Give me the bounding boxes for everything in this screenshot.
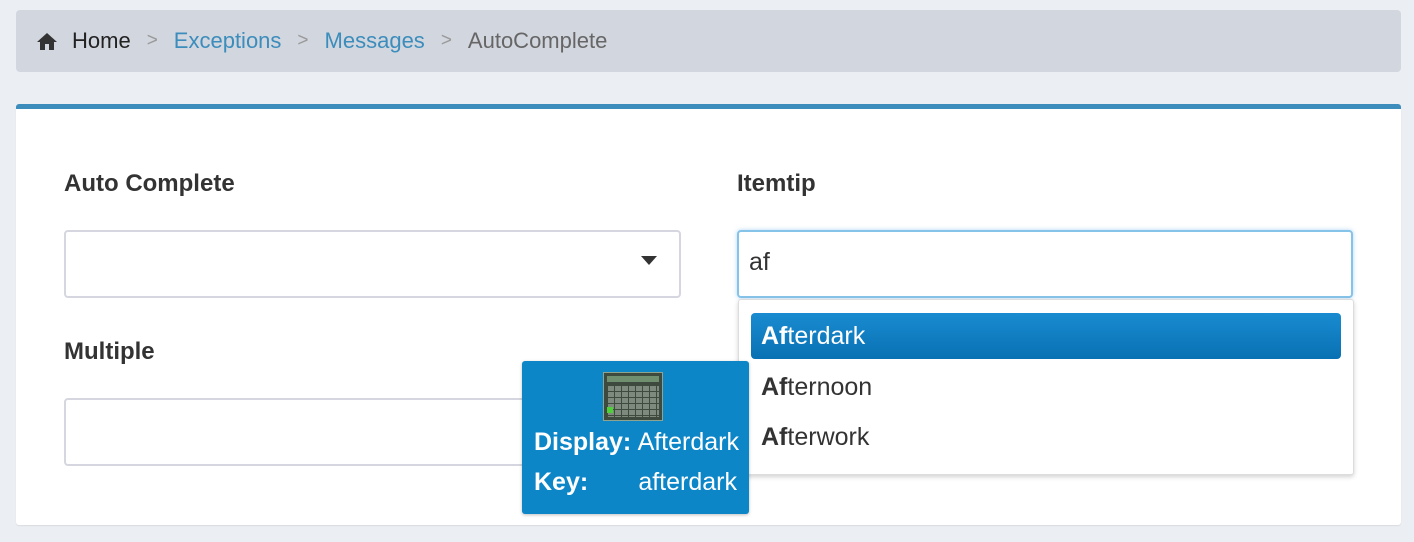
- tooltip-display-value: Afterdark: [637, 428, 739, 456]
- suggestion-match: Af: [761, 422, 788, 451]
- suggestion-rest: ternoon: [787, 372, 873, 401]
- breadcrumb-messages[interactable]: Messages: [325, 28, 425, 54]
- suggestion-rest: terdark: [787, 321, 866, 350]
- tooltip-key-value: afterdark: [638, 468, 737, 496]
- tooltip-display-key: Display:: [534, 428, 632, 456]
- breadcrumb-separator: >: [440, 30, 452, 51]
- suggestion-rest: terwork: [787, 422, 870, 451]
- tooltip-display-row: Display: Afterdark: [534, 428, 739, 458]
- suggestion-item[interactable]: Af ternoon: [751, 364, 1341, 410]
- tooltip-key-key: Key:: [534, 468, 589, 496]
- itemtip-value: af: [749, 248, 770, 276]
- suggestion-item[interactable]: Af terwork: [751, 414, 1341, 460]
- autocomplete-input[interactable]: [64, 230, 681, 298]
- multiple-label: Multiple: [64, 338, 155, 365]
- breadcrumb: Home > Exceptions > Messages > AutoCompl…: [16, 10, 1401, 72]
- breadcrumb-separator: >: [297, 30, 309, 51]
- tooltip-key-row: Key: afterdark: [534, 468, 737, 498]
- autocomplete-label: Auto Complete: [64, 170, 235, 197]
- breadcrumb-exceptions[interactable]: Exceptions: [174, 28, 282, 54]
- chevron-down-icon[interactable]: [641, 256, 657, 265]
- breadcrumb-home[interactable]: Home: [72, 28, 131, 54]
- home-icon[interactable]: [36, 31, 58, 51]
- itemtip-label: Itemtip: [737, 170, 816, 197]
- itemtip-input[interactable]: af: [737, 230, 1353, 298]
- theme-thumbnail-icon: [603, 372, 663, 421]
- suggestion-match: Af: [761, 372, 788, 401]
- breadcrumb-current: AutoComplete: [467, 28, 608, 53]
- breadcrumb-separator: >: [146, 30, 158, 51]
- suggestion-item[interactable]: Af terdark: [751, 313, 1341, 359]
- autocomplete-suggestions: Af terdark Af ternoon Af terwork: [738, 299, 1354, 475]
- itemtip-tooltip: Display: Afterdark Key: afterdark: [522, 361, 749, 514]
- suggestion-match: Af: [761, 321, 788, 350]
